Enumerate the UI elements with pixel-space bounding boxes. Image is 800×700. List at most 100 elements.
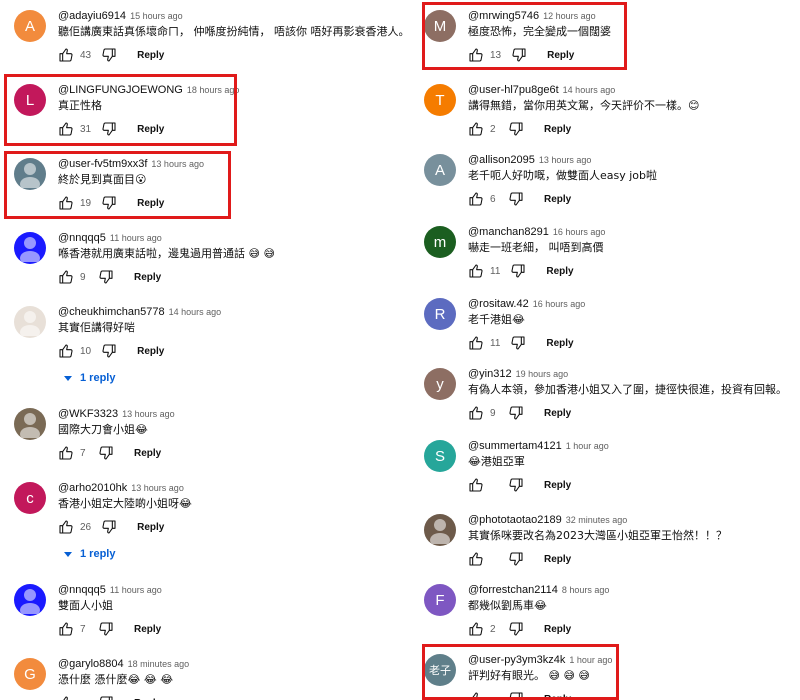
like-icon[interactable] [468,121,484,137]
avatar[interactable] [14,408,46,440]
dislike-icon[interactable] [508,551,524,567]
comment-timestamp[interactable]: 15 hours ago [130,11,183,21]
avatar[interactable]: y [424,368,456,400]
dislike-icon[interactable] [508,477,524,493]
comment-timestamp[interactable]: 13 hours ago [122,409,175,419]
reply-button[interactable]: Reply [137,124,164,135]
avatar[interactable] [424,514,456,546]
comment-author[interactable]: @user-fv5tm9xx3f [58,158,147,170]
comment-timestamp[interactable]: 1 hour ago [566,441,609,451]
like-icon[interactable] [468,405,484,421]
like-icon[interactable] [58,269,74,285]
like-icon[interactable] [58,343,74,359]
like-icon[interactable] [468,47,484,63]
dislike-icon[interactable] [101,519,117,535]
reply-button[interactable]: Reply [137,346,164,357]
dislike-icon[interactable] [508,405,524,421]
comment-timestamp[interactable]: 8 hours ago [562,585,610,595]
avatar[interactable]: G [14,658,46,690]
comment-timestamp[interactable]: 16 hours ago [553,227,606,237]
reply-button[interactable]: Reply [546,338,573,349]
comment-timestamp[interactable]: 18 minutes ago [128,659,190,669]
dislike-icon[interactable] [98,695,114,700]
comment-timestamp[interactable]: 13 hours ago [151,159,204,169]
comment-timestamp[interactable]: 11 hours ago [110,233,162,243]
avatar[interactable]: M [424,10,456,42]
dislike-icon[interactable] [508,121,524,137]
like-icon[interactable] [58,195,74,211]
avatar[interactable]: A [14,10,46,42]
comment-timestamp[interactable]: 32 minutes ago [566,515,628,525]
reply-button[interactable]: Reply [546,266,573,277]
avatar[interactable]: 老子 [424,654,456,686]
reply-button[interactable]: Reply [134,624,161,635]
comment-author[interactable]: @WKF3323 [58,408,118,420]
dislike-icon[interactable] [510,263,526,279]
comment-author[interactable]: @manchan8291 [468,226,549,238]
reply-button[interactable]: Reply [137,522,164,533]
comment-timestamp[interactable]: 16 hours ago [533,299,586,309]
comment-timestamp[interactable]: 19 hours ago [516,369,569,379]
reply-button[interactable]: Reply [134,272,161,283]
like-icon[interactable] [58,621,74,637]
like-icon[interactable] [468,621,484,637]
avatar[interactable] [14,232,46,264]
comment-timestamp[interactable]: 12 hours ago [543,11,596,21]
dislike-icon[interactable] [508,191,524,207]
avatar[interactable]: L [14,84,46,116]
comment-author[interactable]: @nnqqq5 [58,584,106,596]
comment-author[interactable]: @LINGFUNGJOEWONG [58,84,183,96]
like-icon[interactable] [468,477,484,493]
comment-author[interactable]: @user-py3ym3kz4k [468,654,565,666]
reply-button[interactable]: Reply [544,194,571,205]
dislike-icon[interactable] [510,335,526,351]
reply-button[interactable]: Reply [547,50,574,61]
comment-timestamp[interactable]: 18 hours ago [187,85,240,95]
comment-timestamp[interactable]: 13 hours ago [539,155,592,165]
view-replies-button[interactable]: 1 reply [64,372,115,384]
comment-author[interactable]: @adayiu6914 [58,10,126,22]
comment-author[interactable]: @user-hl7pu8ge6t [468,84,559,96]
avatar[interactable]: c [14,482,46,514]
comment-timestamp[interactable]: 1 hour ago [569,655,612,665]
comment-author[interactable]: @garylo8804 [58,658,124,670]
reply-button[interactable]: Reply [544,694,571,700]
dislike-icon[interactable] [98,269,114,285]
comment-author[interactable]: @rositaw.42 [468,298,529,310]
comment-timestamp[interactable]: 14 hours ago [563,85,616,95]
reply-button[interactable]: Reply [134,448,161,459]
comment-author[interactable]: @mrwing5746 [468,10,539,22]
like-icon[interactable] [58,121,74,137]
reply-button[interactable]: Reply [544,624,571,635]
avatar[interactable] [14,306,46,338]
like-icon[interactable] [468,691,484,700]
avatar[interactable]: R [424,298,456,330]
dislike-icon[interactable] [98,445,114,461]
comment-author[interactable]: @cheukhimchan5778 [58,306,165,318]
avatar[interactable] [14,584,46,616]
like-icon[interactable] [58,519,74,535]
avatar[interactable]: A [424,154,456,186]
comment-author[interactable]: @nnqqq5 [58,232,106,244]
like-icon[interactable] [468,263,484,279]
comment-timestamp[interactable]: 14 hours ago [169,307,222,317]
comment-author[interactable]: @yin312 [468,368,512,380]
reply-button[interactable]: Reply [137,198,164,209]
avatar[interactable]: S [424,440,456,472]
comment-author[interactable]: @forrestchan2114 [468,584,558,596]
dislike-icon[interactable] [511,47,527,63]
reply-button[interactable]: Reply [544,554,571,565]
view-replies-button[interactable]: 1 reply [64,548,115,560]
comment-author[interactable]: @allison2095 [468,154,535,166]
dislike-icon[interactable] [101,343,117,359]
avatar[interactable] [14,158,46,190]
reply-button[interactable]: Reply [137,50,164,61]
like-icon[interactable] [468,191,484,207]
like-icon[interactable] [468,335,484,351]
avatar[interactable]: F [424,584,456,616]
reply-button[interactable]: Reply [544,480,571,491]
comment-timestamp[interactable]: 13 hours ago [131,483,184,493]
comment-timestamp[interactable]: 11 hours ago [110,585,162,595]
like-icon[interactable] [58,695,74,700]
dislike-icon[interactable] [101,47,117,63]
